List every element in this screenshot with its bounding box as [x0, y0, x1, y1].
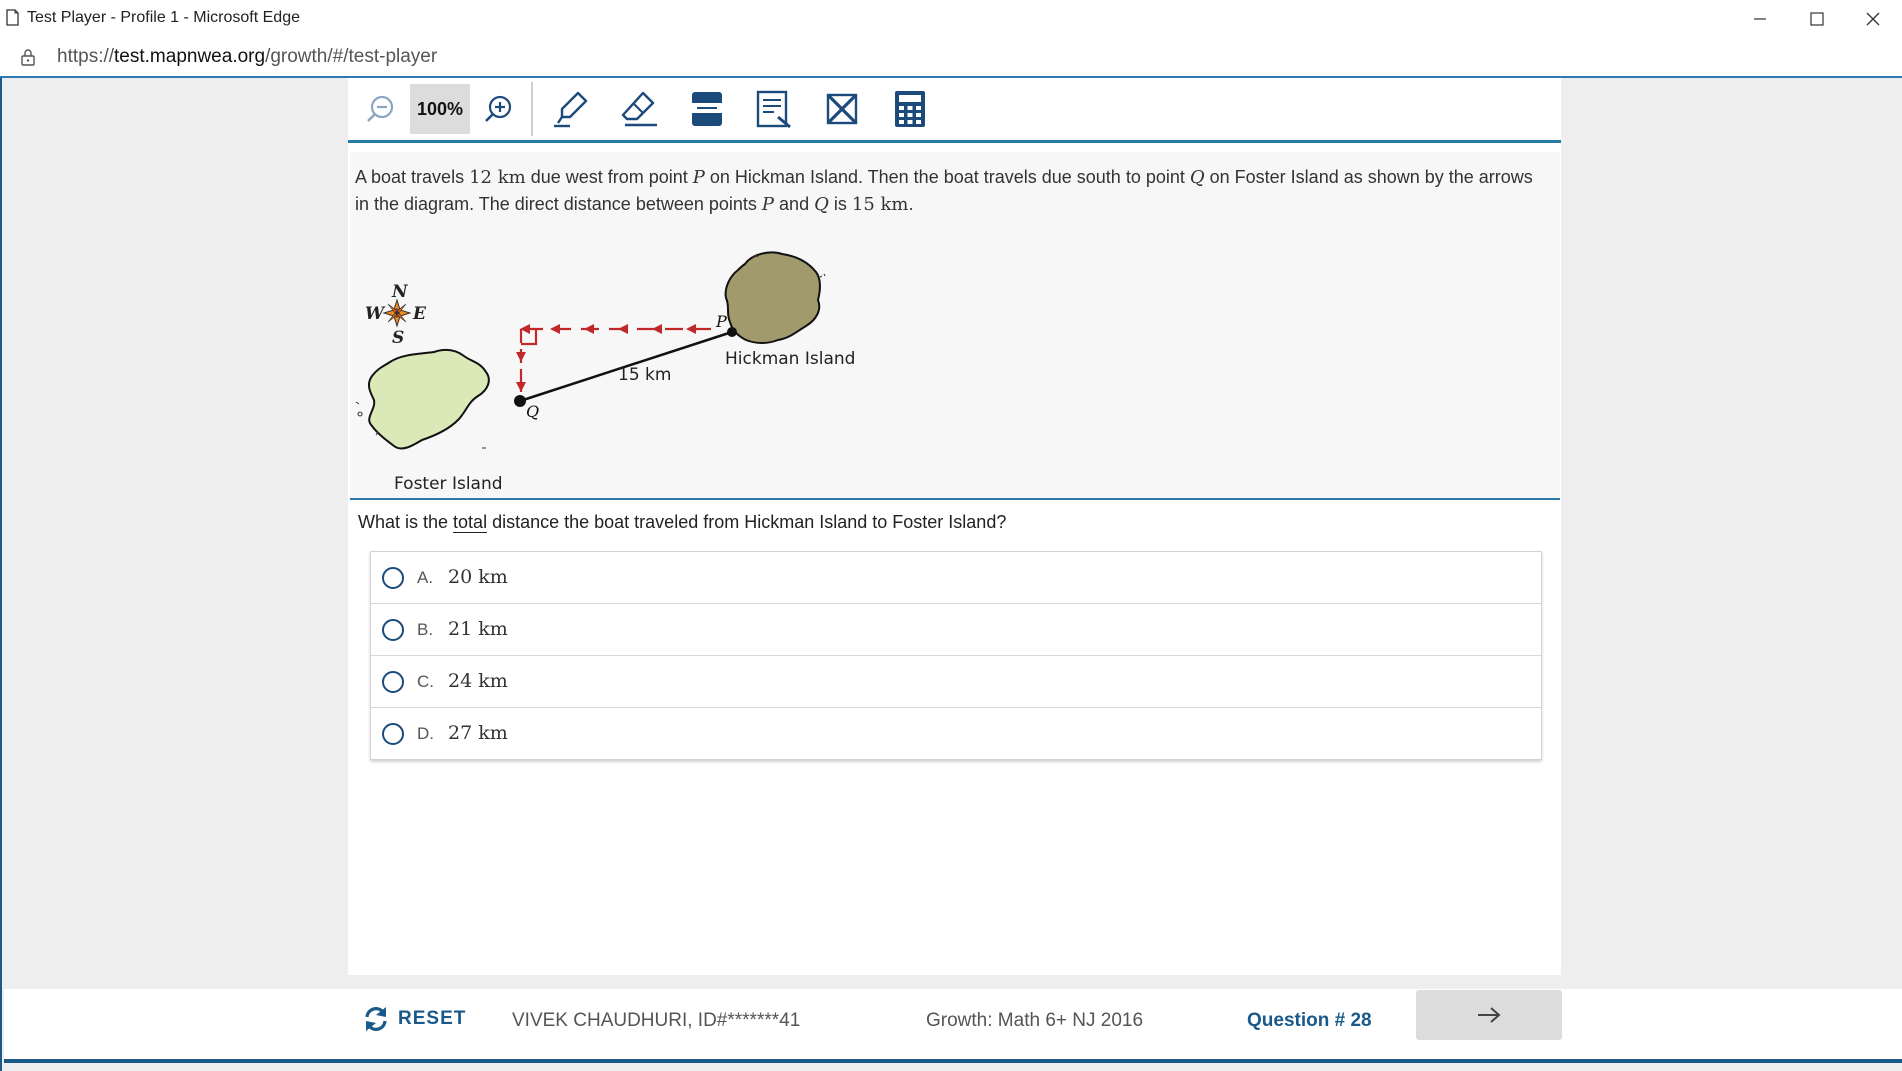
choice-text: 20 km — [448, 566, 508, 588]
hickman-island-label: Hickman Island — [725, 349, 855, 369]
choice-b[interactable]: B. 21 km — [371, 604, 1541, 656]
compass-north-label: N — [391, 282, 409, 302]
choice-d[interactable]: D. 27 km — [371, 708, 1541, 759]
calculator-icon — [895, 91, 925, 127]
south-path-arrows — [516, 329, 538, 392]
maximize-button[interactable] — [1789, 0, 1845, 38]
zoom-out-button[interactable] — [352, 84, 410, 134]
point-p-label: P — [715, 312, 727, 331]
zoom-in-button[interactable] — [470, 84, 528, 134]
document-icon — [6, 9, 19, 26]
maximize-icon — [1810, 12, 1824, 26]
foster-island-label: Foster Island — [394, 474, 503, 494]
choice-a[interactable]: A. 20 km — [371, 552, 1541, 604]
choice-text: 24 km — [448, 670, 508, 692]
compass-west-label: W — [365, 304, 386, 324]
point-q-label: Q — [526, 402, 539, 421]
line-reader-button[interactable] — [678, 84, 736, 134]
address-url[interactable]: https://test.mapnwea.org/growth/#/test-p… — [57, 46, 437, 68]
compass-rose-icon — [382, 298, 412, 328]
choice-text: 27 km — [448, 722, 508, 744]
reset-button[interactable]: RESET — [362, 999, 466, 1039]
test-footer: RESET VIVEK CHAUDHURI, ID#*******41 Grow… — [4, 989, 1902, 1063]
toolbar-divider — [531, 82, 533, 136]
arrow-right-icon — [1478, 1007, 1501, 1023]
notepad-icon — [756, 90, 791, 129]
answer-choices: A. 20 km B. 21 km C. 24 km D. 27 km — [370, 551, 1542, 760]
eraser-icon — [621, 91, 657, 127]
foster-island-shape — [367, 348, 490, 450]
student-info: VIVEK CHAUDHURI, ID#*******41 — [512, 1010, 801, 1031]
test-page: 100% A boat travels 12 km due west from … — [0, 78, 1902, 1071]
radio-a[interactable] — [382, 567, 404, 589]
question-prompt: What is the total distance the boat trav… — [358, 512, 1007, 533]
highlighter-icon — [554, 91, 588, 128]
eraser-button[interactable] — [610, 84, 668, 134]
island-diagram: N W E S P Q 15 km Hickman Island Foster … — [355, 251, 855, 494]
minimize-button[interactable] — [1732, 0, 1788, 38]
radio-d[interactable] — [382, 723, 404, 745]
choice-c[interactable]: C. 24 km — [371, 656, 1541, 708]
notepad-button[interactable] — [745, 84, 803, 134]
lock-icon — [21, 49, 35, 66]
highlighter-button[interactable] — [543, 84, 601, 134]
window-titlebar: Test Player - Profile 1 - Microsoft Edge — [0, 0, 1902, 39]
calculator-button[interactable] — [881, 84, 939, 134]
point-q-marker — [514, 395, 526, 407]
test-panel: 100% A boat travels 12 km due west from … — [348, 78, 1561, 975]
zoom-in-icon — [485, 95, 512, 122]
zoom-level: 100% — [410, 84, 470, 134]
reset-label: RESET — [398, 1008, 467, 1029]
choice-letter: D. — [417, 724, 434, 743]
line-reader-icon — [692, 92, 722, 126]
close-icon — [1866, 12, 1880, 26]
answer-eliminator-icon — [826, 93, 858, 125]
zoom-out-icon — [367, 95, 394, 122]
choice-letter: A. — [417, 568, 434, 587]
question-stem: A boat travels 12 km due west from point… — [355, 167, 1533, 215]
distance-label: 15 km — [618, 365, 671, 385]
compass-south-label: S — [392, 328, 404, 348]
answer-eliminator-button[interactable] — [813, 84, 871, 134]
compass-east-label: E — [412, 304, 427, 324]
west-path-arrows — [520, 324, 720, 334]
minimize-icon — [1754, 18, 1766, 20]
address-bar[interactable]: https://test.mapnwea.org/growth/#/test-p… — [0, 38, 1902, 78]
tool-bar: 100% — [348, 78, 1561, 143]
reset-icon — [365, 1007, 387, 1031]
close-window-button[interactable] — [1845, 0, 1901, 38]
point-p-marker — [727, 327, 737, 337]
hickman-island-shape — [724, 251, 821, 344]
choice-letter: B. — [417, 620, 434, 639]
test-name: Growth: Math 6+ NJ 2016 — [926, 1010, 1144, 1031]
radio-b[interactable] — [382, 619, 404, 641]
question-stem-area: A boat travels 12 km due west from point… — [350, 152, 1560, 500]
next-question-button[interactable] — [1416, 990, 1562, 1040]
choice-letter: C. — [417, 672, 434, 691]
window-title: Test Player - Profile 1 - Microsoft Edge — [27, 9, 300, 26]
radio-c[interactable] — [382, 671, 404, 693]
choice-text: 21 km — [448, 618, 508, 640]
question-number: Question # 28 — [1247, 1010, 1372, 1031]
